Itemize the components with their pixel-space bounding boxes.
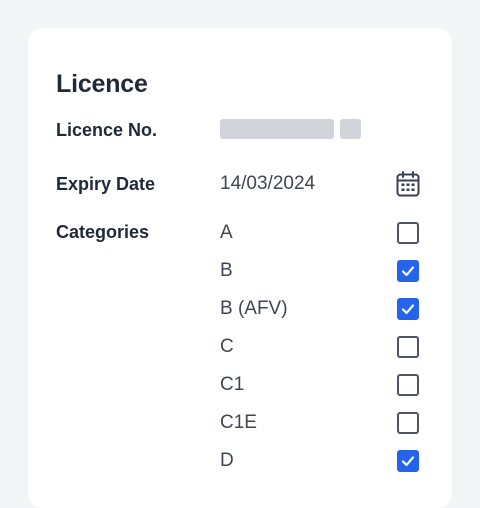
licence-title: Licence: [56, 70, 148, 98]
checkmark-icon: [401, 456, 415, 467]
checkmark-icon: [401, 304, 415, 315]
category-checkbox[interactable]: [397, 298, 419, 320]
calendar-icon[interactable]: [396, 171, 420, 197]
category-label: C: [220, 336, 234, 357]
category-checkbox[interactable]: [397, 336, 419, 358]
category-checkbox[interactable]: [397, 450, 419, 472]
category-label: D: [220, 450, 234, 471]
category-label: C1E: [220, 412, 257, 433]
licence-card: Licence Licence No. Expiry Date 14/03/20…: [28, 28, 452, 508]
category-label: B (AFV): [220, 298, 288, 319]
category-checkbox[interactable]: [397, 222, 419, 244]
category-checkbox[interactable]: [397, 374, 419, 396]
category-label: A: [220, 222, 233, 243]
category-label: B: [220, 260, 233, 281]
categories-label: Categories: [56, 222, 150, 242]
category-checkbox[interactable]: [397, 412, 419, 434]
licence-number-label: Licence No.: [56, 120, 158, 140]
licence-number-redacted-suffix: [340, 119, 361, 139]
checkmark-icon: [401, 266, 415, 277]
licence-number-redacted: [220, 119, 334, 139]
expiry-date-label: Expiry Date: [56, 174, 156, 194]
category-checkbox[interactable]: [397, 260, 419, 282]
category-label: C1: [220, 374, 245, 395]
expiry-date-value[interactable]: 14/03/2024: [220, 173, 315, 195]
